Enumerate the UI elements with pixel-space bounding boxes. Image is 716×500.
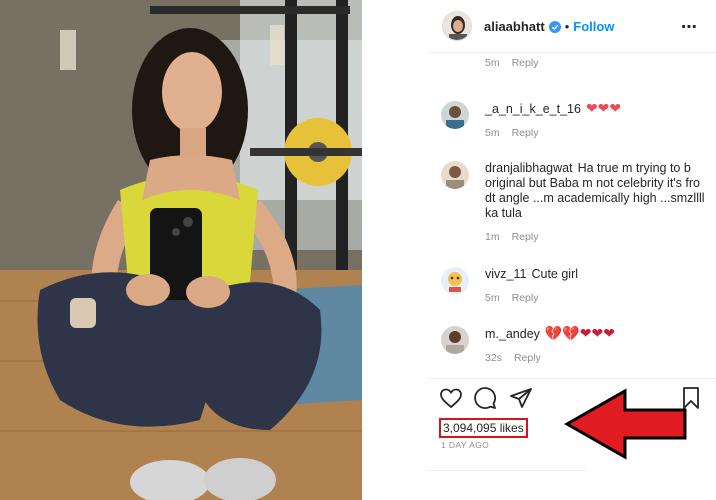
- commenter-avatar[interactable]: [441, 326, 469, 354]
- likes-count[interactable]: 3,094,095 likes: [439, 418, 528, 438]
- post-header: aliaabhatt • Follow ⋯: [427, 0, 716, 52]
- reply-button[interactable]: Reply: [514, 352, 541, 364]
- commenter-username[interactable]: dranjalibhagwat: [485, 161, 573, 175]
- more-options-icon[interactable]: ⋯: [681, 17, 698, 37]
- comment-icon[interactable]: [473, 386, 499, 412]
- annotation-arrow-icon: [563, 388, 687, 460]
- verified-badge-icon: [548, 20, 561, 33]
- comment-time: 5m: [485, 57, 500, 69]
- comment-text: Cute girl: [531, 267, 579, 281]
- commenter-avatar[interactable]: [441, 101, 469, 129]
- header-separator: •: [564, 18, 570, 34]
- comment-time: 1m: [485, 231, 500, 243]
- comment-text: 💔💔❤❤❤: [544, 325, 615, 341]
- comment-text: ❤❤❤: [585, 100, 622, 116]
- comment-meta: 5m Reply: [485, 127, 711, 139]
- commenter-username[interactable]: vivz_11: [485, 267, 526, 281]
- reply-button[interactable]: Reply: [512, 231, 539, 243]
- reply-button[interactable]: Reply: [512, 57, 539, 69]
- comments-list[interactable]: 5m Reply _a_n_i_k_e_t_16 ❤❤❤ 5m Reply dranj…: [427, 53, 716, 378]
- post-photo-illustration: [0, 0, 362, 500]
- comment-meta: 5m Reply: [485, 292, 711, 304]
- comment-meta: 32s Reply: [485, 352, 711, 364]
- reply-button[interactable]: Reply: [512, 127, 539, 139]
- comment-time: 32s: [485, 352, 502, 364]
- author-avatar[interactable]: [442, 11, 472, 41]
- commenter-username[interactable]: _a_n_i_k_e_t_16: [485, 102, 581, 116]
- follow-button[interactable]: Follow: [573, 19, 614, 34]
- commenter-avatar[interactable]: [441, 267, 469, 295]
- commenter-avatar[interactable]: [441, 161, 469, 189]
- comment-meta: 5m Reply: [485, 57, 711, 69]
- author-username[interactable]: aliaabhatt: [484, 19, 545, 34]
- post-photo[interactable]: [0, 0, 362, 500]
- comment-meta: 1m Reply: [485, 231, 711, 243]
- commenter-username[interactable]: m._andey: [485, 327, 540, 341]
- reply-button[interactable]: Reply: [512, 292, 539, 304]
- footer-divider: [427, 470, 587, 471]
- like-heart-icon[interactable]: [439, 386, 465, 412]
- comment-time: 5m: [485, 292, 500, 304]
- comment-time: 5m: [485, 127, 500, 139]
- share-icon[interactable]: [509, 386, 535, 412]
- actions-divider: [427, 378, 716, 379]
- post-timestamp[interactable]: 1 DAY AGO: [441, 440, 489, 450]
